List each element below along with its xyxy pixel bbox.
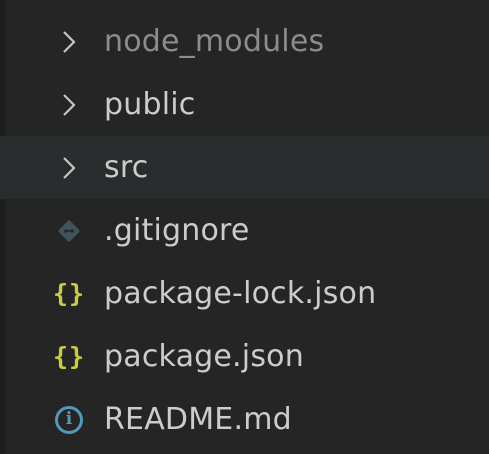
json-icon: {} — [52, 279, 86, 308]
tree-item-label: package-lock.json — [104, 276, 377, 311]
tree-item-label: node_modules — [104, 24, 325, 59]
tree-item-gitignore[interactable]: .gitignore — [0, 199, 489, 262]
tree-item-label: public — [104, 87, 196, 122]
json-icon: {} — [52, 342, 86, 371]
chevron-right-icon[interactable] — [47, 10, 91, 73]
tree-item-label: .gitignore — [104, 213, 250, 248]
chevron-right-icon[interactable] — [47, 73, 91, 136]
tree-item-label: package.json — [104, 339, 304, 374]
tree-item-src[interactable]: src — [0, 136, 489, 199]
info-icon: i — [47, 388, 91, 451]
tree-item-node-modules[interactable]: node_modules — [0, 10, 489, 73]
tree-item-readme[interactable]: i README.md — [0, 388, 489, 451]
tree-item-public[interactable]: public — [0, 73, 489, 136]
file-explorer: node_modules public src .gitignore {} pa… — [0, 0, 489, 454]
tree-item-package-lock-json[interactable]: {} package-lock.json — [0, 262, 489, 325]
tree-item-label: README.md — [104, 402, 292, 437]
tree-item-package-json[interactable]: {} package.json — [0, 325, 489, 388]
tree-item-label: src — [104, 150, 149, 185]
chevron-right-icon[interactable] — [47, 136, 91, 199]
git-icon — [47, 199, 91, 262]
